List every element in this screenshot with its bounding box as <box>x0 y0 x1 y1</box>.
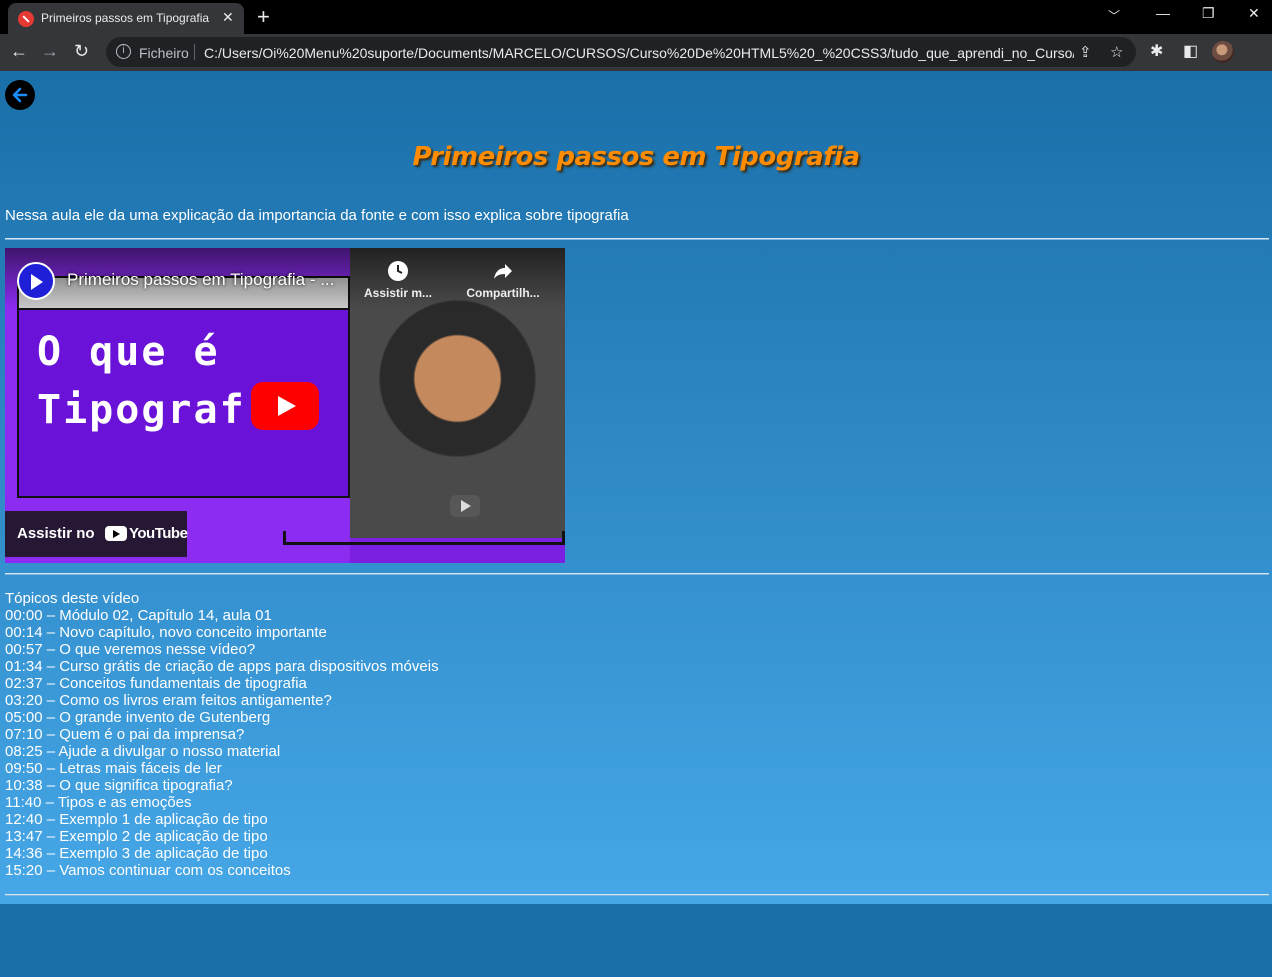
tab-strip: Primeiros passos em Tipografia ✕ + ﹀ — ❐… <box>0 0 1272 34</box>
watch-later-label: Assistir m... <box>363 286 433 300</box>
topic-item: 00:00 – Módulo 02, Capítulo 14, aula 01 <box>5 607 272 624</box>
topics-heading: Tópicos deste vídeo <box>5 590 140 607</box>
address-bar[interactable]: i Ficheiro C:/Users/Oi%20Menu%20suporte/… <box>106 37 1136 67</box>
watch-on-youtube-button[interactable]: Assistir no YouTube <box>5 511 188 557</box>
youtube-wordmark: YouTube <box>129 525 188 542</box>
topic-item: 13:47 – Exemplo 2 de aplicação de tipo <box>5 828 268 845</box>
mini-play-icon <box>450 495 480 517</box>
back-arrow-icon[interactable]: ← <box>10 41 28 62</box>
url-text[interactable]: C:/Users/Oi%20Menu%20suporte/Documents/M… <box>204 45 1074 61</box>
page-footer-band <box>0 904 1272 977</box>
extensions-icon[interactable]: ✱ <box>1150 41 1163 61</box>
browser-tab[interactable]: Primeiros passos em Tipografia ✕ <box>8 3 244 34</box>
page-body: Primeiros passos em Tipografia Nessa aul… <box>0 71 1272 977</box>
browser-toolbar: ← → ↻ i Ficheiro C:/Users/Oi%20Menu%20su… <box>0 34 1272 71</box>
close-window-icon[interactable]: ✕ <box>1248 5 1260 22</box>
channel-avatar-icon[interactable] <box>17 262 55 300</box>
side-panel-icon[interactable]: ◧ <box>1183 41 1198 61</box>
page-title: Primeiros passos em Tipografia <box>412 142 860 172</box>
video-title[interactable]: Primeiros passos em Tipografia - ... <box>67 270 334 290</box>
topic-item: 12:40 – Exemplo 1 de aplicação de tipo <box>5 811 268 828</box>
topic-item: 05:00 – O grande invento de Gutenberg <box>5 709 271 726</box>
reload-icon[interactable]: ↻ <box>74 41 89 62</box>
watch-on-label: Assistir no <box>17 525 95 542</box>
profile-avatar[interactable] <box>1212 41 1234 63</box>
topic-item: 11:40 – Tipos e as emoções <box>5 794 192 811</box>
topic-item: 03:20 – Como os livros eram feitos antig… <box>5 692 332 709</box>
scheme-label: Ficheiro <box>139 45 189 61</box>
share-icon[interactable]: ⇪ <box>1079 43 1092 61</box>
youtube-logo-icon <box>105 526 127 541</box>
topic-item: 00:57 – O que veremos nesse vídeo? <box>5 641 256 658</box>
thumbnail-text-line2: Tipograf <box>37 387 246 433</box>
watch-later-button[interactable]: Assistir m... <box>353 260 443 300</box>
topics-list: Tópicos deste vídeo 00:00 – Módulo 02, C… <box>5 590 439 879</box>
topic-item: 01:34 – Curso grátis de criação de apps … <box>5 658 439 675</box>
topic-item: 15:20 – Vamos continuar com os conceitos <box>5 862 291 879</box>
divider <box>5 573 1269 575</box>
forward-arrow-icon[interactable]: → <box>41 41 59 62</box>
divider <box>194 44 195 60</box>
back-button[interactable] <box>5 80 35 110</box>
intro-text: Nessa aula ele da uma explicação da impo… <box>5 207 629 224</box>
tab-search-icon[interactable]: ﹀ <box>1108 7 1120 24</box>
topic-item: 08:25 – Ajude a divulgar o nosso materia… <box>5 743 281 760</box>
minimize-icon[interactable]: — <box>1156 5 1170 21</box>
topic-item: 10:38 – O que significa tipografia? <box>5 777 233 794</box>
divider <box>5 894 1269 896</box>
arrow-left-icon <box>12 87 28 103</box>
restore-icon[interactable]: ❐ <box>1202 5 1215 22</box>
tab-title: Primeiros passos em Tipografia <box>41 11 210 25</box>
close-tab-icon[interactable]: ✕ <box>222 9 234 26</box>
topic-item: 02:37 – Conceitos fundamentais de tipogr… <box>5 675 307 692</box>
youtube-embed[interactable]: O que é Tipograf Primeiros passos em Tip… <box>5 248 565 563</box>
share-button[interactable]: Compartilh... <box>458 260 548 300</box>
info-icon[interactable]: i <box>116 44 131 59</box>
topic-item: 09:50 – Letras mais fáceis de ler <box>5 760 222 777</box>
play-button[interactable] <box>251 382 319 430</box>
topic-item: 14:36 – Exemplo 3 de aplicação de tipo <box>5 845 268 862</box>
thumbnail-text: O que é Tipograf <box>37 323 246 439</box>
divider <box>5 238 1269 240</box>
thumbnail-text-line1: O que é <box>37 329 220 375</box>
topic-item: 07:10 – Quem é o pai da imprensa? <box>5 726 245 743</box>
share-label: Compartilh... <box>466 286 540 300</box>
new-tab-button[interactable]: + <box>257 4 270 30</box>
bookmark-star-icon[interactable]: ☆ <box>1110 43 1123 61</box>
topic-item: 00:14 – Novo capítulo, novo conceito imp… <box>5 624 327 641</box>
share-arrow-icon <box>494 264 512 279</box>
favicon-icon <box>18 11 34 27</box>
clock-icon <box>388 261 408 281</box>
thumbnail-frame <box>283 531 565 545</box>
